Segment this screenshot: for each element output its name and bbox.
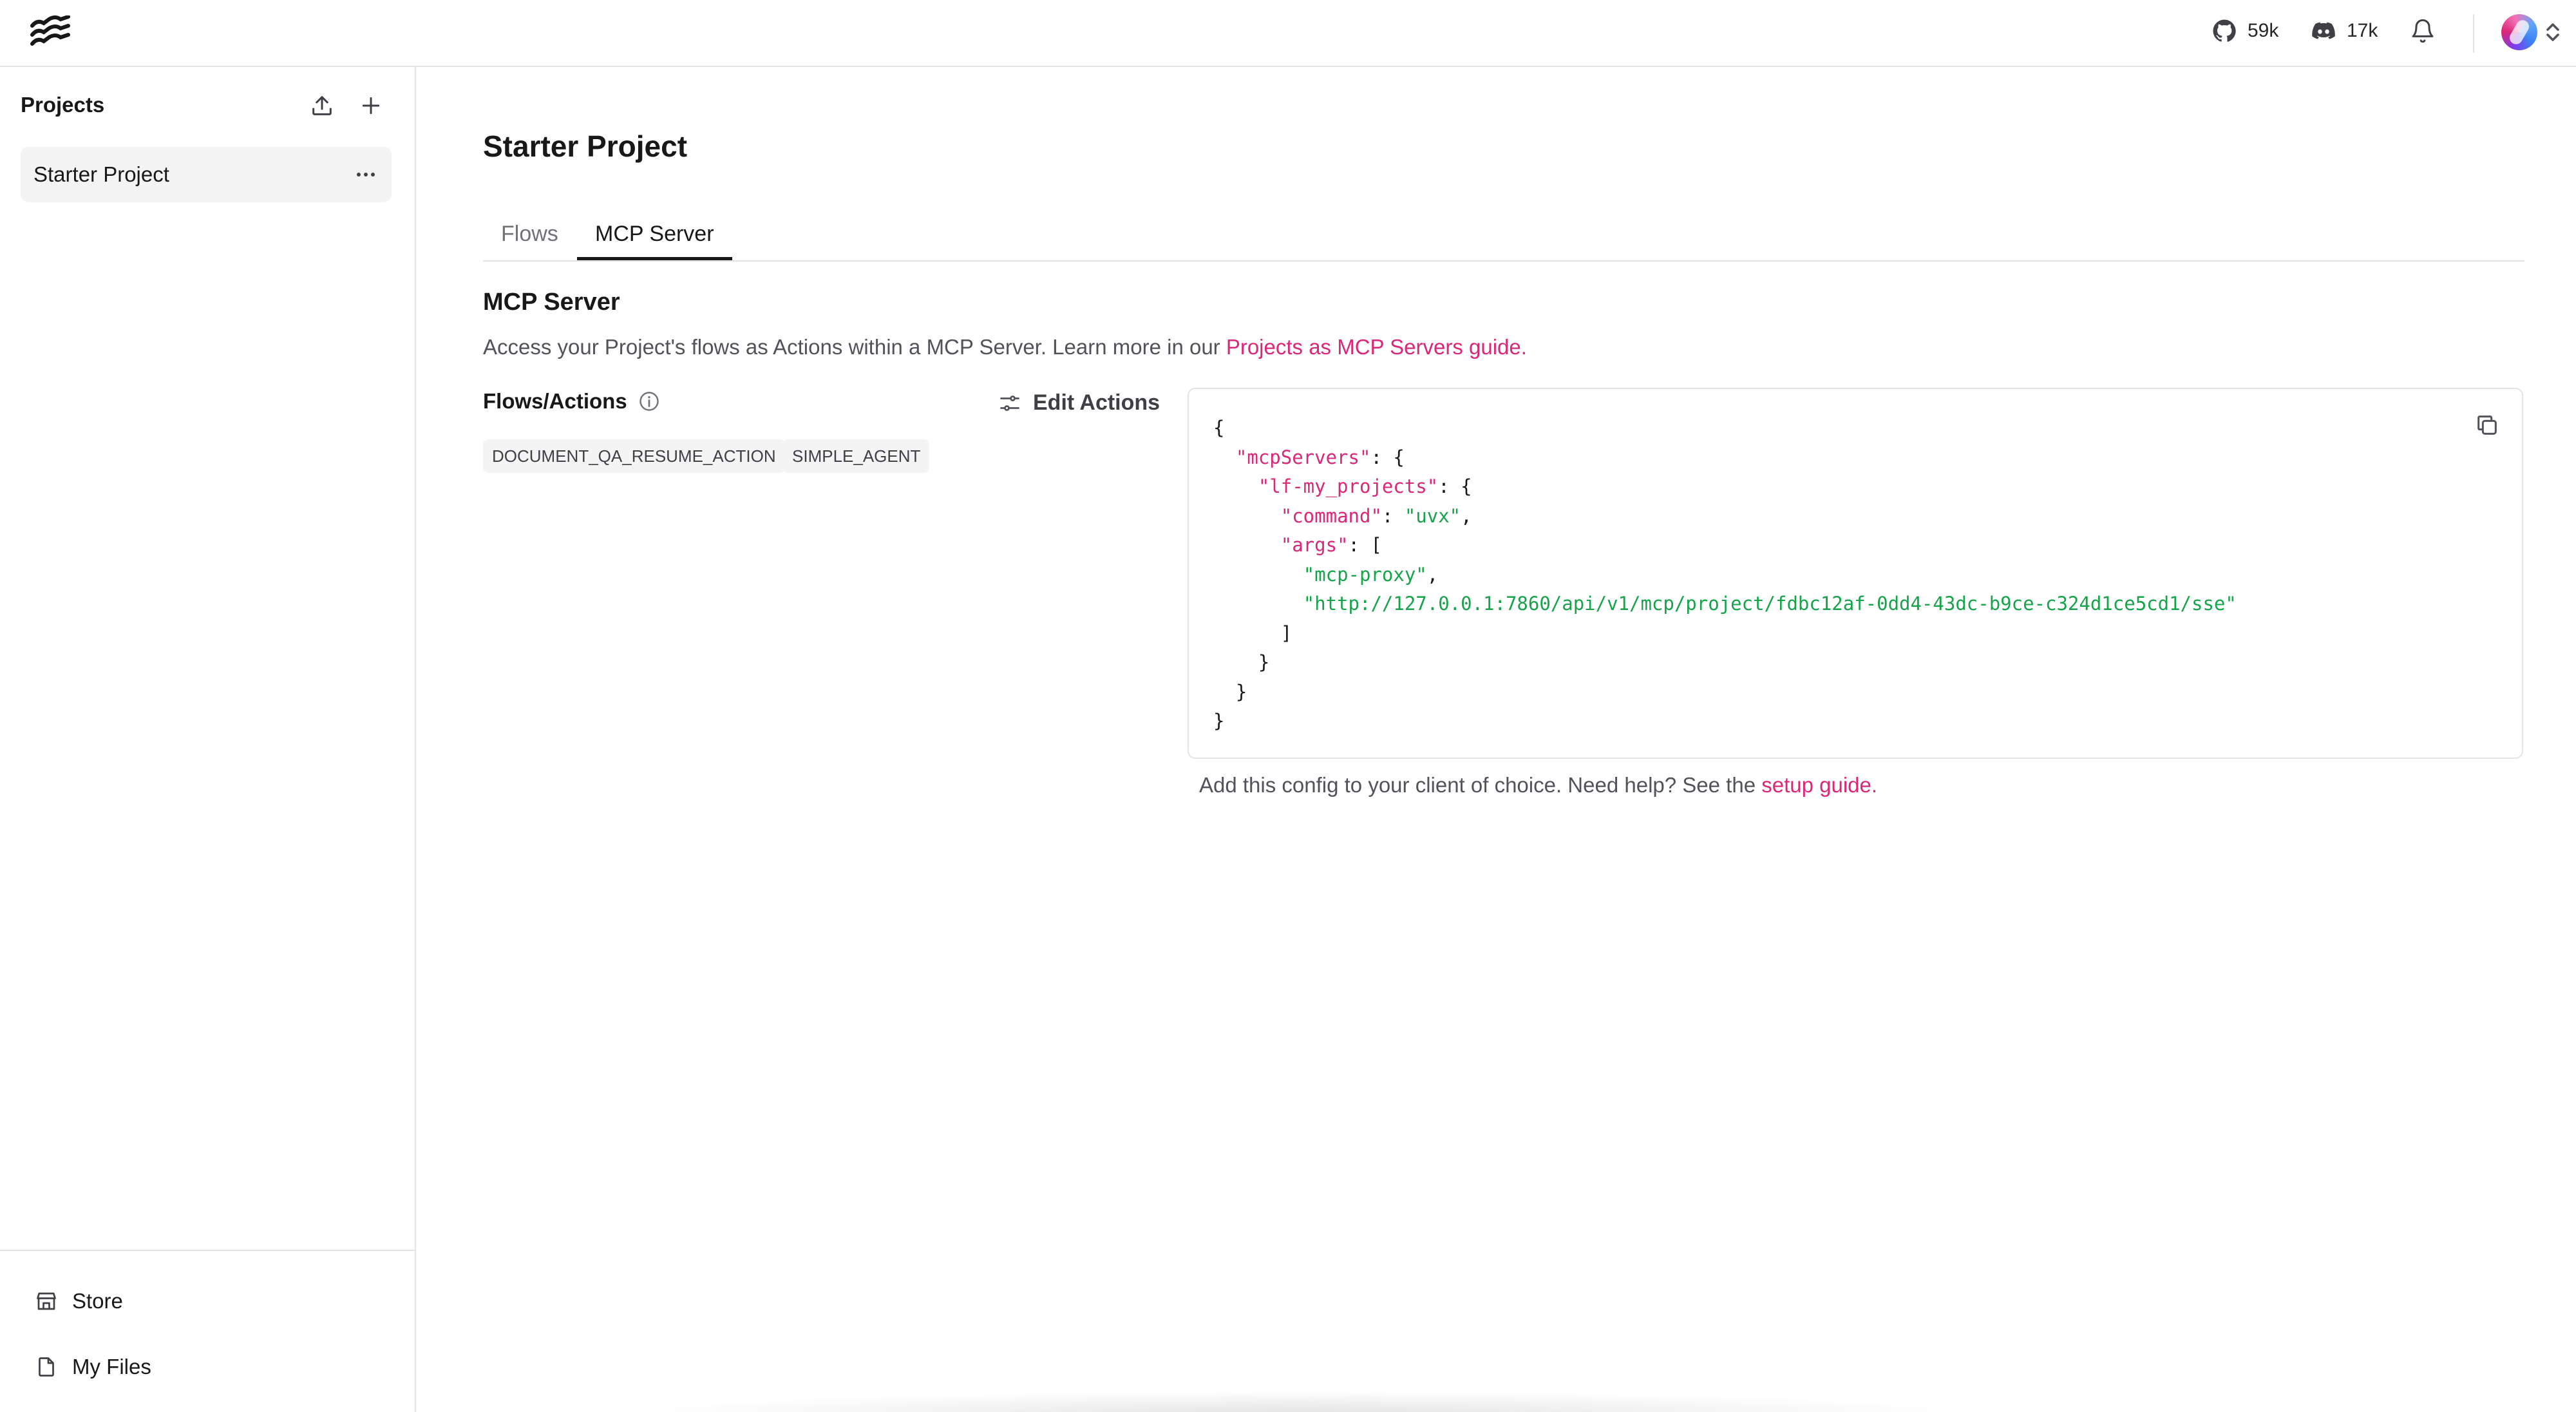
- config-key: "mcpServers": [1235, 446, 1371, 468]
- config-key: "args": [1280, 534, 1349, 556]
- tab-mcp-server[interactable]: MCP Server: [577, 218, 732, 260]
- bottom-shadow: [631, 1391, 1971, 1412]
- section-title: MCP Server: [483, 289, 620, 316]
- description-text: Access your Project's flows as Actions w…: [483, 335, 1226, 359]
- langflow-logo-icon[interactable]: [30, 15, 71, 49]
- github-icon: [2213, 19, 2236, 42]
- sidebar-link-my-files[interactable]: My Files: [35, 1353, 151, 1381]
- header-divider: [2473, 14, 2474, 53]
- action-badge: DOCUMENT_QA_RESUME_ACTION: [483, 439, 785, 473]
- mcp-guide-link[interactable]: Projects as MCP Servers guide.: [1226, 335, 1527, 359]
- notifications-bell-icon[interactable]: [2410, 18, 2436, 44]
- config-json: { "mcpServers": { "lf-my_projects": { "c…: [1213, 417, 2237, 732]
- config-value: "mcp-proxy": [1303, 563, 1427, 586]
- user-avatar[interactable]: [2501, 14, 2537, 50]
- store-label: Store: [72, 1289, 123, 1313]
- info-icon[interactable]: [638, 390, 661, 413]
- file-icon: [39, 1357, 54, 1377]
- tab-bar: Flows MCP Server: [483, 215, 2524, 262]
- sidebar-title: Projects: [21, 93, 105, 117]
- github-stars-button[interactable]: 59k: [2211, 17, 2278, 45]
- config-value: "uvx": [1404, 504, 1461, 527]
- action-badge: SIMPLE_AGENT: [783, 439, 930, 473]
- setup-guide-link[interactable]: setup guide.: [1761, 773, 1877, 797]
- tab-flows[interactable]: Flows: [483, 218, 576, 260]
- top-header: 59k 17k: [0, 0, 2576, 67]
- edit-actions-label: Edit Actions: [1033, 390, 1160, 415]
- sidebar: Projects Starter Project Store My Files: [0, 67, 416, 1412]
- flows-actions-label: Flows/Actions: [483, 389, 627, 413]
- config-key: "lf-my_projects": [1258, 475, 1439, 497]
- page-title: Starter Project: [483, 129, 688, 163]
- store-icon: [37, 1292, 56, 1310]
- github-count: 59k: [2248, 20, 2279, 41]
- mcp-config-code-block[interactable]: { "mcpServers": { "lf-my_projects": { "c…: [1188, 388, 2523, 759]
- sidebar-item-label: Starter Project: [33, 162, 169, 186]
- sidebar-link-store[interactable]: Store: [35, 1287, 123, 1315]
- help-text: Add this config to your client of choice…: [1199, 773, 1762, 797]
- flows-actions-heading: Flows/Actions: [483, 389, 661, 414]
- config-value: "http://127.0.0.1:7860/api/v1/mcp/projec…: [1303, 593, 2237, 615]
- section-description: Access your Project's flows as Actions w…: [483, 335, 1527, 359]
- more-options-icon[interactable]: [355, 171, 376, 178]
- discord-members-button[interactable]: 17k: [2311, 17, 2378, 45]
- edit-actions-button[interactable]: Edit Actions: [998, 390, 1160, 415]
- copy-icon[interactable]: [2474, 412, 2500, 438]
- discord-icon: [2312, 22, 2335, 39]
- config-key: "command": [1280, 504, 1382, 527]
- sidebar-item-starter-project[interactable]: Starter Project: [21, 147, 392, 202]
- discord-count: 17k: [2347, 20, 2378, 41]
- upload-icon[interactable]: [309, 93, 335, 119]
- my-files-label: My Files: [72, 1355, 151, 1379]
- sidebar-footer-divider: [0, 1250, 415, 1251]
- config-help-text: Add this config to your client of choice…: [1199, 773, 1877, 797]
- chevron-up-down-icon[interactable]: [2544, 19, 2562, 45]
- plus-icon[interactable]: [358, 93, 384, 119]
- settings-sliders-icon: [1000, 395, 1019, 411]
